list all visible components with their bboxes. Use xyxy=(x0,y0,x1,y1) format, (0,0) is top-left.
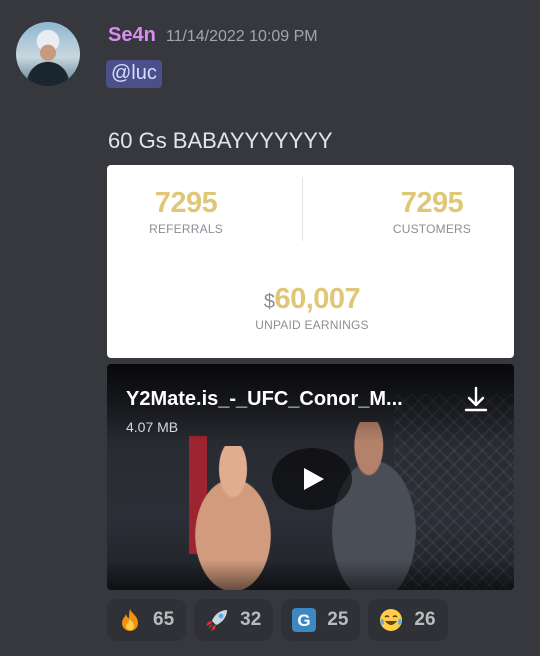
play-button[interactable] xyxy=(272,448,352,510)
stats-card[interactable]: 7295 REFERRALS 7295 CUSTOMERS $60,007 UN… xyxy=(107,165,514,358)
joy-icon xyxy=(378,607,404,633)
earnings-label: UNPAID EARNINGS xyxy=(255,318,369,332)
stats-divider xyxy=(302,177,303,241)
referrals-value: 7295 xyxy=(154,187,218,219)
customers-value: 7295 xyxy=(400,187,464,219)
reaction-count: 65 xyxy=(153,609,175,630)
avatar[interactable] xyxy=(16,22,80,86)
reaction-count: 25 xyxy=(327,609,349,630)
g-badge-icon: G xyxy=(291,607,317,633)
mention[interactable]: @luc xyxy=(106,60,162,88)
earnings-value-row: $60,007 xyxy=(217,283,407,316)
reaction-joy[interactable]: 26 xyxy=(368,599,448,641)
rocket-icon xyxy=(204,607,230,633)
username[interactable]: Se4n xyxy=(108,24,156,47)
message-header: Se4n 11/14/2022 10:09 PM xyxy=(108,24,318,54)
message-text: 60 Gs BABAYYYYYYY xyxy=(108,128,333,153)
floor-shade xyxy=(107,560,514,590)
referrals-stat: 7295 REFERRALS xyxy=(131,187,241,236)
reaction-rocket[interactable]: 32 xyxy=(194,599,274,641)
download-icon[interactable] xyxy=(463,386,489,414)
video-attachment[interactable]: Y2Mate.is_-_UFC_Conor_M... 4.07 MB xyxy=(107,364,514,590)
referrals-label: REFERRALS xyxy=(149,222,223,236)
earnings-stat: $60,007 UNPAID EARNINGS xyxy=(217,283,407,332)
currency-symbol: $ xyxy=(263,291,275,313)
chat-message: Se4n 11/14/2022 10:09 PM @luc 60 Gs BABA… xyxy=(0,0,540,656)
reaction-g-badge[interactable]: G 25 xyxy=(281,599,361,641)
svg-text:G: G xyxy=(298,611,311,630)
video-title[interactable]: Y2Mate.is_-_UFC_Conor_M... xyxy=(126,388,403,411)
timestamp: 11/14/2022 10:09 PM xyxy=(165,28,318,45)
customers-stat: 7295 CUSTOMERS xyxy=(377,187,487,236)
reaction-count: 26 xyxy=(414,609,436,630)
fire-icon xyxy=(117,607,143,633)
reaction-fire[interactable]: 65 xyxy=(107,599,187,641)
play-icon xyxy=(304,468,324,490)
reaction-count: 32 xyxy=(240,609,262,630)
earnings-value: 60,007 xyxy=(274,283,361,315)
customers-label: CUSTOMERS xyxy=(392,222,472,236)
reactions-bar: 65 32 G 25 26 xyxy=(107,599,448,641)
video-size: 4.07 MB xyxy=(126,419,179,435)
